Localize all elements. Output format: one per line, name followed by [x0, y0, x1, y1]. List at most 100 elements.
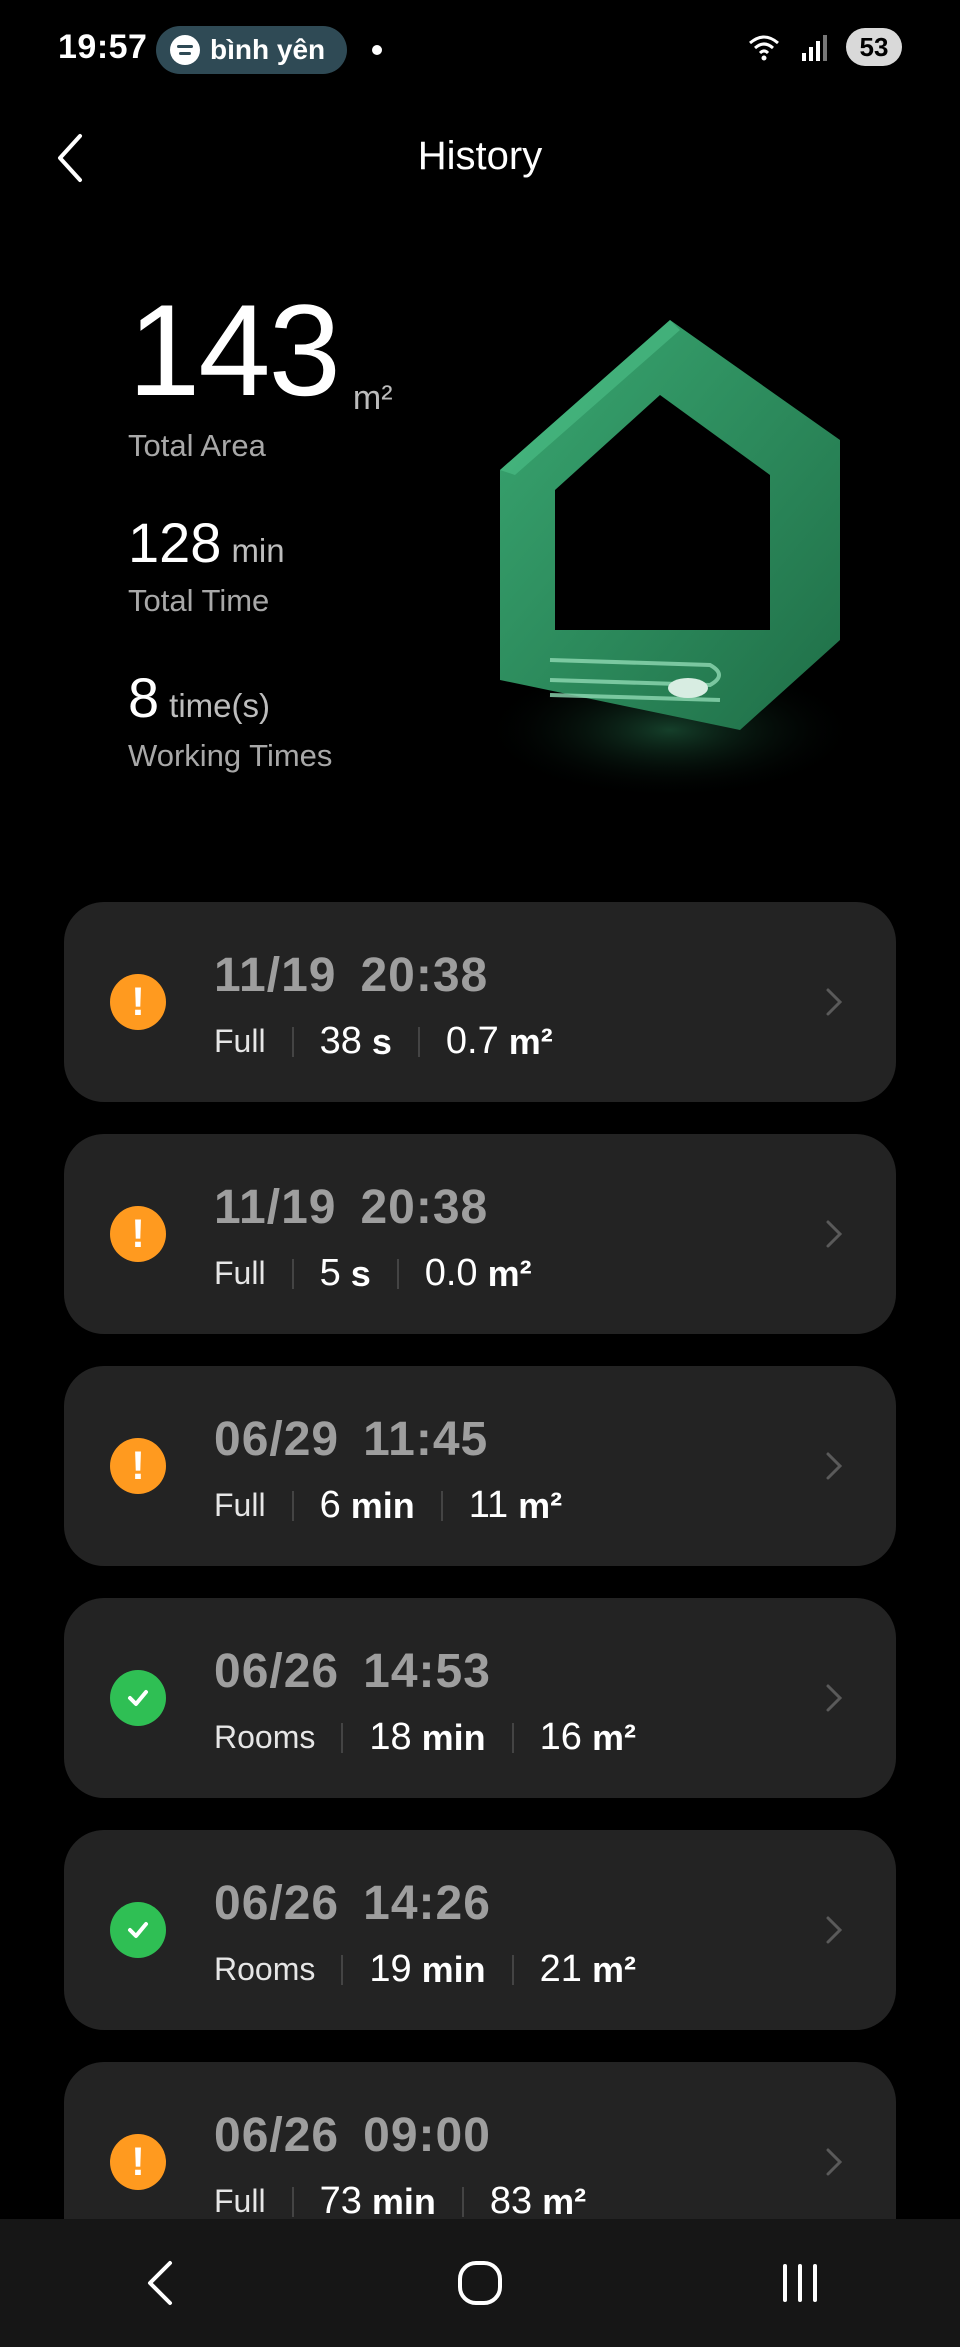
nav-back-button[interactable] — [100, 2233, 220, 2333]
warning-icon: ! — [110, 974, 166, 1030]
record-area-unit: m² — [591, 1716, 636, 1758]
total-area-label: Total Area — [128, 428, 266, 463]
divider — [396, 1258, 399, 1289]
warning-icon: ! — [110, 1438, 166, 1494]
divider — [417, 1026, 420, 1057]
nav-home-icon — [458, 2261, 502, 2305]
record-datetime: 06/26 14:26 — [214, 1876, 491, 1931]
record-area: 16 — [539, 1716, 582, 1758]
divider — [291, 1026, 294, 1057]
chevron-right-icon — [826, 2148, 843, 2176]
system-nav-bar — [0, 2219, 960, 2347]
total-time-unit: min — [231, 532, 285, 569]
page-title: History — [417, 134, 543, 178]
record-datetime: 11/19 20:38 — [214, 1180, 488, 1235]
check-icon — [110, 1902, 166, 1958]
record-datetime: 06/29 11:45 — [214, 1412, 488, 1467]
status-icons: 53 — [746, 28, 902, 66]
record-mode: Rooms — [214, 1951, 316, 1987]
nav-back-icon — [148, 2261, 172, 2305]
record-date: 06/26 — [214, 1877, 340, 1930]
clock: 19:57 — [58, 28, 148, 66]
divider — [341, 1722, 344, 1753]
record-meta: Rooms 19 min 21 m² — [214, 1948, 636, 1991]
record-duration-unit: min — [421, 1716, 486, 1758]
working-times-label: Working Times — [128, 738, 333, 773]
record-mode: Full — [214, 2183, 266, 2219]
check-icon — [110, 1670, 166, 1726]
working-times-value: 8 — [128, 666, 160, 729]
record-meta: Full 38 s 0.7 m² — [214, 1020, 553, 1063]
record-time: 14:26 — [363, 1877, 491, 1930]
record-meta: Full 6 min 11 m² — [214, 1484, 562, 1527]
divider — [291, 2186, 294, 2217]
record-duration: 6 — [319, 1484, 341, 1526]
total-time-label: Total Time — [128, 583, 270, 618]
total-time-value: 128 — [128, 511, 222, 574]
record-area-unit: m² — [508, 1020, 553, 1062]
history-list: ! 11/19 20:38 Full 38 s 0.7 m² ! 11/19 20:38… — [64, 902, 896, 2294]
working-times: 8 time(s) — [128, 665, 528, 730]
record-mode: Rooms — [214, 1719, 316, 1755]
nav-home-button[interactable] — [420, 2233, 540, 2333]
record-mode: Full — [214, 1023, 266, 1059]
record-area-unit: m² — [487, 1252, 532, 1294]
chevron-right-icon — [826, 1220, 843, 1248]
divider — [511, 1722, 514, 1753]
record-area: 21 — [539, 1948, 582, 1990]
history-item[interactable]: 06/26 14:26 Rooms 19 min 21 m² — [64, 1830, 896, 2030]
status-bar: 19:57 bình yên 53 — [0, 0, 960, 100]
record-duration: 73 — [319, 2180, 362, 2222]
divider — [440, 1490, 443, 1521]
record-time: 20:38 — [360, 1181, 489, 1234]
record-duration: 38 — [319, 1020, 362, 1062]
record-area-unit: m² — [542, 2180, 587, 2222]
divider — [291, 1490, 294, 1521]
record-duration: 18 — [369, 1716, 412, 1758]
record-area: 11 — [468, 1484, 509, 1526]
history-item[interactable]: 06/26 14:53 Rooms 18 min 16 m² — [64, 1598, 896, 1798]
record-time: 11:45 — [363, 1413, 489, 1466]
chevron-right-icon — [826, 1916, 843, 1944]
working-times-unit: time(s) — [169, 687, 270, 724]
house-illustration — [480, 320, 860, 800]
record-duration: 5 — [319, 1252, 341, 1294]
chevron-right-icon — [826, 1684, 843, 1712]
record-date: 06/26 — [214, 1645, 340, 1698]
history-item[interactable]: ! 11/19 20:38 Full 5s 0.0 m² — [64, 1134, 896, 1334]
record-duration-unit: min — [350, 1484, 415, 1526]
record-area-unit: m² — [591, 1948, 636, 1990]
record-area: 0.7 — [445, 1020, 499, 1062]
summary-stats: 143 m² Total Area 128 min Total Time 8 t… — [128, 285, 528, 774]
divider — [291, 1258, 294, 1289]
record-datetime: 06/26 09:00 — [214, 2108, 491, 2163]
nav-recents-button[interactable] — [740, 2233, 860, 2333]
record-time: 14:53 — [363, 1645, 491, 1698]
divider — [341, 1954, 344, 1985]
chevron-right-icon — [826, 988, 843, 1016]
record-duration-unit: s — [371, 1020, 392, 1062]
record-duration-unit: s — [350, 1252, 371, 1294]
record-date: 11/19 — [214, 1181, 337, 1234]
record-mode: Full — [214, 1255, 266, 1291]
divider — [461, 2186, 464, 2217]
app-header: History — [0, 120, 960, 200]
divider — [511, 1954, 514, 1985]
record-duration-unit: min — [421, 1948, 486, 1990]
record-datetime: 11/19 20:38 — [214, 948, 488, 1003]
record-date: 06/29 — [214, 1413, 340, 1466]
record-date: 06/26 — [214, 2109, 340, 2162]
warning-icon: ! — [110, 2134, 166, 2190]
record-meta: Full 73 min 83 m² — [214, 2180, 586, 2223]
history-item[interactable]: ! 11/19 20:38 Full 38 s 0.7 m² — [64, 902, 896, 1102]
chevron-right-icon — [826, 1452, 843, 1480]
wifi-icon — [749, 35, 779, 61]
record-duration-unit: min — [371, 2180, 436, 2222]
record-date: 11/19 — [214, 949, 337, 1002]
history-item[interactable]: ! 06/29 11:45 Full 6 min 11 m² — [64, 1366, 896, 1566]
record-mode: Full — [214, 1487, 266, 1523]
record-area-unit: m² — [518, 1484, 563, 1526]
media-label: bình yên — [210, 34, 326, 65]
record-area: 0.0 — [424, 1252, 478, 1294]
media-pill[interactable]: bình yên — [156, 26, 348, 74]
